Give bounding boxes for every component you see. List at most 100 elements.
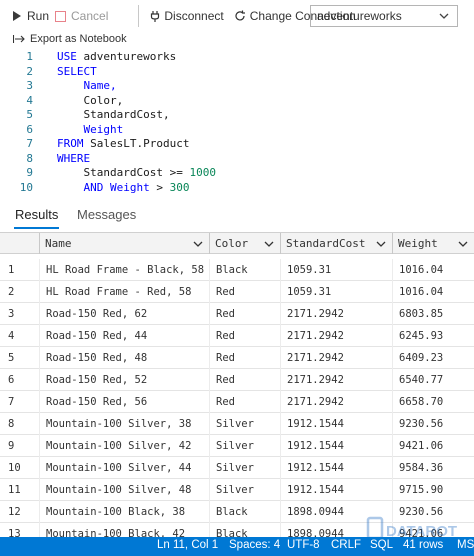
cancel-button[interactable]: Cancel: [55, 5, 108, 27]
code-line[interactable]: 8 WHERE: [0, 152, 474, 167]
code-line[interactable]: 1 USE adventureworks: [0, 50, 474, 65]
table-row[interactable]: 5 Road-150 Red, 48 Red 2171.2942 6409.23: [0, 347, 474, 369]
table-cell[interactable]: Silver: [209, 457, 280, 479]
table-cell[interactable]: 6540.77: [392, 369, 474, 391]
language-mode[interactable]: SQL: [370, 539, 393, 551]
indentation-setting[interactable]: Spaces: 4: [229, 539, 280, 551]
table-cell[interactable]: HL Road Frame - Black, 58: [39, 259, 209, 281]
table-cell[interactable]: 2171.2942: [280, 369, 392, 391]
table-cell[interactable]: Red: [209, 391, 280, 413]
column-header-standardcost[interactable]: StandardCost: [280, 233, 392, 254]
table-row[interactable]: 6 Road-150 Red, 52 Red 2171.2942 6540.77: [0, 369, 474, 391]
table-cell[interactable]: Road-150 Red, 52: [39, 369, 209, 391]
table-cell[interactable]: Silver: [209, 435, 280, 457]
code-line[interactable]: 7 FROM SalesLT.Product: [0, 137, 474, 152]
row-number-cell: 6: [8, 374, 15, 386]
table-cell[interactable]: 1016.04: [392, 259, 474, 281]
table-row[interactable]: 10 Mountain-100 Silver, 44 Silver 1912.1544…: [0, 457, 474, 479]
encoding-setting[interactable]: UTF-8: [287, 539, 320, 551]
table-row[interactable]: 7 Road-150 Red, 56 Red 2171.2942 6658.70: [0, 391, 474, 413]
table-cell[interactable]: Road-150 Red, 44: [39, 325, 209, 347]
table-row[interactable]: 4 Road-150 Red, 44 Red 2171.2942 6245.93: [0, 325, 474, 347]
table-cell[interactable]: 1898.0944: [280, 501, 392, 523]
table-cell[interactable]: 6803.85: [392, 303, 474, 325]
table-cell[interactable]: 2171.2942: [280, 325, 392, 347]
chevron-down-icon[interactable]: [264, 239, 274, 249]
run-button[interactable]: Run: [13, 5, 49, 27]
table-cell[interactable]: 2171.2942: [280, 303, 392, 325]
table-cell[interactable]: 1059.31: [280, 259, 392, 281]
code-token: WHERE: [57, 151, 91, 165]
table-cell[interactable]: 6245.93: [392, 325, 474, 347]
table-cell[interactable]: 9715.90: [392, 479, 474, 501]
table-cell[interactable]: Road-150 Red, 48: [39, 347, 209, 369]
tab-messages[interactable]: Messages: [77, 207, 136, 222]
table-row[interactable]: 9 Mountain-100 Silver, 42 Silver 1912.1544 9…: [0, 435, 474, 457]
table-cell[interactable]: 1912.1544: [280, 479, 392, 501]
table-cell[interactable]: 1912.1544: [280, 457, 392, 479]
table-cell[interactable]: 6409.23: [392, 347, 474, 369]
cursor-position[interactable]: Ln 11, Col 1: [157, 539, 218, 551]
table-row[interactable]: 1 HL Road Frame - Black, 58 Black 1059.31 10…: [0, 259, 474, 281]
table-cell[interactable]: Red: [209, 325, 280, 347]
code-line[interactable]: 3 Name,: [0, 79, 474, 94]
row-number-cell: 4: [8, 330, 15, 342]
database-select[interactable]: adventureworks: [310, 5, 458, 27]
code-line[interactable]: 4 Color,: [0, 94, 474, 109]
table-cell[interactable]: Road-150 Red, 62: [39, 303, 209, 325]
table-row[interactable]: 3 Road-150 Red, 62 Red 2171.2942 6803.85: [0, 303, 474, 325]
export-as-notebook-button[interactable]: Export as Notebook: [13, 31, 127, 47]
code-line[interactable]: 6 Weight: [0, 123, 474, 138]
table-cell[interactable]: 9230.56: [392, 501, 474, 523]
code-token: USE: [57, 50, 77, 63]
table-cell[interactable]: Mountain-100 Black, 38: [39, 501, 209, 523]
table-cell[interactable]: 2171.2942: [280, 347, 392, 369]
table-cell[interactable]: Mountain-100 Silver, 48: [39, 479, 209, 501]
table-cell[interactable]: Red: [209, 347, 280, 369]
code-line[interactable]: 9 StandardCost >= 1000: [0, 166, 474, 181]
column-header-weight[interactable]: Weight: [392, 233, 474, 254]
table-cell[interactable]: Mountain-100 Silver, 42: [39, 435, 209, 457]
table-cell[interactable]: 1912.1544: [280, 435, 392, 457]
table-cell[interactable]: Black: [209, 259, 280, 281]
code-text: StandardCost >= 1000: [57, 166, 215, 181]
table-cell[interactable]: Red: [209, 303, 280, 325]
column-header-name[interactable]: Name: [39, 233, 209, 254]
tab-results[interactable]: Results: [13, 207, 60, 229]
code-line[interactable]: 5 StandardCost,: [0, 108, 474, 123]
table-cell[interactable]: Red: [209, 369, 280, 391]
chevron-down-icon[interactable]: [193, 239, 203, 249]
server-indicator[interactable]: MS:: [457, 539, 474, 551]
chevron-down-icon: [439, 13, 449, 19]
chevron-down-icon[interactable]: [458, 239, 468, 249]
table-cell[interactable]: Red: [209, 281, 280, 303]
table-cell[interactable]: Black: [209, 501, 280, 523]
table-row[interactable]: 12 Mountain-100 Black, 38 Black 1898.0944 92…: [0, 501, 474, 523]
table-cell[interactable]: Road-150 Red, 56: [39, 391, 209, 413]
table-cell[interactable]: 1059.31: [280, 281, 392, 303]
table-row[interactable]: 11 Mountain-100 Silver, 48 Silver 1912.1544…: [0, 479, 474, 501]
code-line[interactable]: 2 SELECT: [0, 65, 474, 80]
code-line[interactable]: 10 AND Weight > 300: [0, 181, 474, 196]
chevron-down-icon[interactable]: [376, 239, 386, 249]
disconnect-button[interactable]: Disconnect: [150, 5, 224, 27]
table-cell[interactable]: 9584.36: [392, 457, 474, 479]
table-cell[interactable]: 9421.06: [392, 435, 474, 457]
table-row[interactable]: 8 Mountain-100 Silver, 38 Silver 1912.1544 9…: [0, 413, 474, 435]
table-cell[interactable]: Mountain-100 Silver, 38: [39, 413, 209, 435]
table-cell[interactable]: Silver: [209, 479, 280, 501]
table-cell[interactable]: 9230.56: [392, 413, 474, 435]
table-cell[interactable]: 2171.2942: [280, 391, 392, 413]
table-cell[interactable]: 6658.70: [392, 391, 474, 413]
table-cell[interactable]: HL Road Frame - Red, 58: [39, 281, 209, 303]
column-header-color[interactable]: Color: [209, 233, 280, 254]
table-cell[interactable]: 1912.1544: [280, 413, 392, 435]
table-cell[interactable]: Mountain-100 Silver, 44: [39, 457, 209, 479]
table-cell[interactable]: 1016.04: [392, 281, 474, 303]
results-grid[interactable]: Name Color StandardCost Weight 1 HL Road Fra…: [0, 232, 474, 542]
table-row[interactable]: 2 HL Road Frame - Red, 58 Red 1059.31 1016.0…: [0, 281, 474, 303]
sql-editor[interactable]: 1 USE adventureworks 2 SELECT 3 Name, 4 Color…: [0, 49, 474, 197]
table-cell[interactable]: Silver: [209, 413, 280, 435]
end-of-line-setting[interactable]: CRLF: [331, 539, 361, 551]
